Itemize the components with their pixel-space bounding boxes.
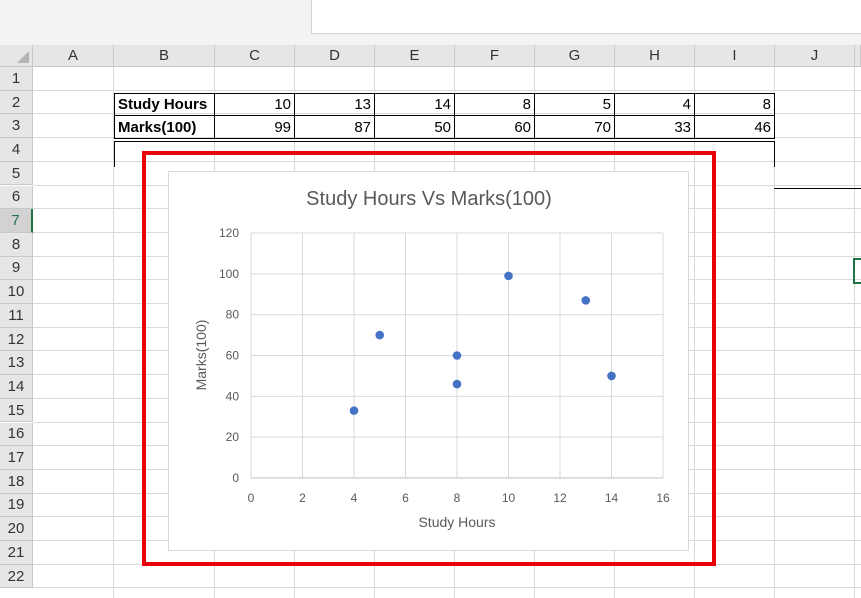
cell-g3[interactable]: 70 (535, 116, 615, 139)
x-tick-label: 4 (351, 491, 358, 505)
row-header-21[interactable]: 21 (0, 541, 33, 565)
column-header-a[interactable]: A (33, 45, 114, 67)
row-header-13[interactable]: 13 (0, 351, 33, 376)
grid-column-line (854, 67, 855, 598)
row-header-14[interactable]: 14 (0, 375, 33, 399)
cell-f3[interactable]: 60 (455, 116, 535, 139)
row-header-5[interactable]: 5 (0, 161, 33, 186)
x-tick-label: 0 (248, 491, 255, 505)
y-tick-label: 80 (226, 308, 240, 322)
x-tick-label: 10 (502, 491, 516, 505)
row-header-7[interactable]: 7 (0, 209, 33, 233)
column-header-h[interactable]: H (615, 45, 695, 67)
grid-row-line (33, 160, 861, 162)
active-cell-marker[interactable] (853, 258, 861, 284)
table-bottom-border (114, 141, 775, 142)
y-tick-label: 40 (226, 389, 240, 403)
cell-d2[interactable]: 13 (295, 93, 375, 116)
row-header-1[interactable]: 1 (0, 67, 33, 91)
scatter-chart: Study Hours Vs Marks(100) Study Hours Ma… (193, 188, 670, 530)
x-tick-label: 8 (454, 491, 461, 505)
data-point[interactable] (375, 330, 385, 340)
row-header-15[interactable]: 15 (0, 398, 33, 423)
cell-i3[interactable]: 46 (695, 116, 775, 139)
grid-row-line (33, 563, 861, 565)
border-line (774, 141, 775, 167)
row-header-9[interactable]: 9 (0, 256, 33, 281)
y-tick-label: 120 (219, 226, 239, 240)
border-line (774, 188, 861, 189)
x-axis-title[interactable]: Study Hours (418, 514, 495, 530)
row-header-16[interactable]: 16 (0, 422, 33, 447)
y-tick-label: 20 (226, 430, 240, 444)
cell-b3[interactable]: Marks(100) (114, 116, 215, 139)
plot-area[interactable]: 0 20 40 60 80 100 120 0 2 4 6 8 10 12 14 16 (219, 226, 670, 505)
column-header-d[interactable]: D (295, 45, 375, 67)
column-header-k[interactable] (855, 45, 861, 67)
x-tick-label: 16 (656, 491, 670, 505)
data-point[interactable] (504, 271, 513, 281)
cell-f2[interactable]: 8 (455, 93, 535, 116)
x-tick-label: 6 (402, 491, 409, 505)
row-header-6[interactable]: 6 (0, 185, 33, 210)
x-tick-label: 12 (553, 491, 567, 505)
grid-column-line (694, 67, 695, 598)
column-header-f[interactable]: F (455, 45, 535, 67)
select-all-icon (17, 51, 29, 63)
cell-c3[interactable]: 99 (215, 116, 295, 139)
row-header-22[interactable]: 22 (0, 564, 33, 589)
cell-i2[interactable]: 8 (695, 93, 775, 116)
column-header-g[interactable]: G (535, 45, 615, 67)
row-header-11[interactable]: 11 (0, 304, 33, 328)
row-header-2[interactable]: 2 (0, 90, 33, 115)
cell-h3[interactable]: 33 (615, 116, 695, 139)
row-header-3[interactable]: 3 (0, 114, 33, 139)
column-header-j[interactable]: J (775, 45, 855, 67)
row-header-8[interactable]: 8 (0, 232, 33, 257)
data-point[interactable] (581, 296, 591, 305)
data-point[interactable] (452, 379, 462, 389)
cell-c2[interactable]: 10 (215, 93, 295, 116)
cell-h2[interactable]: 4 (615, 93, 695, 116)
cell-e2[interactable]: 14 (375, 93, 455, 116)
row-header-4[interactable]: 4 (0, 138, 33, 162)
row-header-18[interactable]: 18 (0, 469, 33, 494)
row-header-12[interactable]: 12 (0, 327, 33, 352)
formula-bar-area (0, 0, 861, 45)
border-line (114, 141, 115, 167)
column-header-e[interactable]: E (375, 45, 455, 67)
cell-b2[interactable]: Study Hours (114, 93, 215, 116)
chart-area[interactable]: Study Hours Vs Marks(100) Study Hours Ma… (168, 171, 689, 551)
cell-d3[interactable]: 87 (295, 116, 375, 139)
formula-input[interactable] (311, 0, 861, 34)
row-header-17[interactable]: 17 (0, 446, 33, 470)
cell-g2[interactable]: 5 (535, 93, 615, 116)
column-header-c[interactable]: C (215, 45, 295, 67)
y-tick-label: 60 (226, 349, 240, 363)
y-tick-label: 0 (232, 471, 239, 485)
x-tick-label: 14 (605, 491, 619, 505)
grid-row-line (33, 89, 861, 91)
y-axis-title[interactable]: Marks(100) (193, 320, 209, 391)
data-point[interactable] (349, 406, 359, 415)
row-header-10[interactable]: 10 (0, 280, 33, 304)
cell-e3[interactable]: 50 (375, 116, 455, 139)
column-header-b[interactable]: B (114, 45, 215, 67)
x-tick-label: 2 (299, 491, 306, 505)
select-all-button[interactable] (0, 45, 33, 67)
column-header-i[interactable]: I (695, 45, 775, 67)
grid-row-line (33, 587, 861, 589)
data-point[interactable] (452, 351, 462, 360)
row-header-20[interactable]: 20 (0, 517, 33, 541)
chart-title[interactable]: Study Hours Vs Marks(100) (306, 188, 552, 210)
y-tick-label: 100 (219, 267, 239, 281)
row-header-19[interactable]: 19 (0, 493, 33, 518)
data-point[interactable] (607, 371, 616, 381)
